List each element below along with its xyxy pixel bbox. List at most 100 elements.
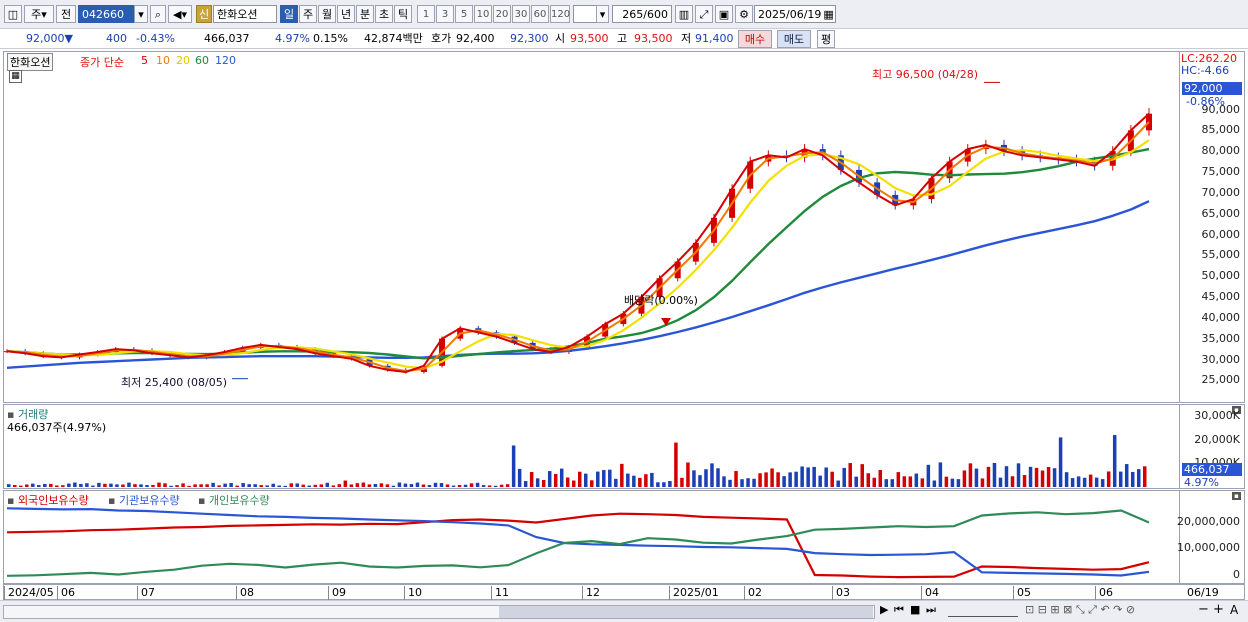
dividend-annotation: 배당락(0.00%) bbox=[624, 294, 698, 307]
volume-bar bbox=[343, 480, 348, 487]
tab-second[interactable]: 초 bbox=[375, 5, 393, 23]
font-size-icon[interactable]: A bbox=[1230, 603, 1238, 617]
interval-120[interactable]: 120 bbox=[550, 5, 570, 23]
volume-bar bbox=[998, 477, 1003, 487]
low-label: 저 bbox=[681, 32, 692, 45]
price-chart bbox=[4, 81, 1152, 380]
layout-icons[interactable]: ⊡ ⊟ ⊞ ⊠ ⤡ ⤢ ↶ ↷ ⊘ bbox=[1025, 603, 1135, 617]
price-axis: LC:262.20 HC:-4.66 92,000 -0.86% 25,000 3… bbox=[1180, 51, 1245, 403]
buy-button[interactable]: 매수 bbox=[738, 30, 772, 48]
interval-10[interactable]: 10 bbox=[474, 5, 492, 23]
stock-code-input[interactable]: 042660 bbox=[78, 5, 134, 23]
horizontal-scrollbar[interactable] bbox=[3, 605, 875, 619]
candle-icon[interactable]: ▥ bbox=[675, 5, 693, 23]
hc-label: HC:-4.66 bbox=[1181, 64, 1230, 77]
window-menu-icon[interactable]: ◫ bbox=[4, 5, 22, 23]
save-icon[interactable]: ▣ bbox=[715, 5, 733, 23]
volume-bar bbox=[445, 484, 450, 487]
collapse-icon[interactable]: ▪ bbox=[1232, 492, 1241, 500]
volume-bar bbox=[115, 484, 119, 487]
stock-name-field[interactable]: 한화오션 bbox=[213, 5, 277, 23]
price-tick-label: 40,000 bbox=[1201, 310, 1241, 324]
volume-bar bbox=[1136, 469, 1141, 487]
volume-bar bbox=[385, 484, 390, 487]
x-axis-label: 05 bbox=[1013, 586, 1031, 600]
next-page-icon[interactable]: ⏭ bbox=[926, 603, 936, 617]
count-field[interactable]: 265/600 bbox=[612, 5, 672, 23]
volume-bar bbox=[421, 484, 426, 487]
type-selector[interactable]: 주▾ bbox=[24, 5, 54, 23]
code-dropdown-icon[interactable]: ▾ bbox=[134, 5, 148, 23]
volume-bar bbox=[547, 471, 552, 487]
date-field[interactable]: 2025/06/19 ▦ bbox=[754, 5, 836, 23]
volume-bar bbox=[908, 476, 913, 487]
search-icon[interactable]: ⌕ bbox=[150, 5, 166, 23]
eval-button[interactable]: 평 bbox=[817, 30, 835, 48]
interval-30[interactable]: 30 bbox=[512, 5, 530, 23]
interval-20[interactable]: 20 bbox=[493, 5, 511, 23]
volume-bar bbox=[253, 484, 257, 487]
volume-bar bbox=[914, 473, 919, 487]
volume-bar bbox=[1028, 466, 1033, 487]
tab-year[interactable]: 년 bbox=[337, 5, 355, 23]
price-tick-label: 60,000 bbox=[1201, 227, 1241, 241]
volume-bar bbox=[523, 481, 528, 487]
scroll-right-icon[interactable]: ▶ bbox=[880, 603, 888, 616]
volume-bar bbox=[535, 478, 540, 487]
volume-bar bbox=[980, 478, 985, 487]
gear-icon[interactable]: ⚙ bbox=[735, 5, 753, 23]
volume-bar bbox=[842, 467, 846, 487]
interval-1[interactable]: 1 bbox=[417, 5, 435, 23]
tab-week[interactable]: 주 bbox=[299, 5, 317, 23]
volume-bar bbox=[289, 483, 293, 487]
tab-day[interactable]: 일 bbox=[280, 5, 298, 23]
chevron-down-icon: ▾ bbox=[41, 8, 47, 21]
chevron-down-icon[interactable]: ▾ bbox=[596, 5, 609, 23]
tab-minute[interactable]: 분 bbox=[356, 5, 374, 23]
volume-bar bbox=[463, 484, 468, 487]
volume-bar bbox=[13, 485, 17, 487]
volume-bar bbox=[812, 466, 816, 487]
volume-bar bbox=[1112, 435, 1117, 487]
mode-button[interactable]: 전 bbox=[56, 5, 76, 23]
low-price: 91,400 bbox=[695, 32, 734, 45]
volume-bar bbox=[746, 478, 750, 487]
volume-bar bbox=[764, 472, 768, 487]
price-tick-label: 35,000 bbox=[1201, 331, 1241, 345]
scrollbar-thumb[interactable] bbox=[499, 606, 873, 618]
zoom-out-icon[interactable]: − bbox=[1198, 602, 1209, 617]
volume-bar bbox=[692, 470, 696, 487]
volume-bar bbox=[878, 469, 883, 487]
volume-bar bbox=[686, 462, 690, 487]
volume-bar bbox=[1022, 475, 1027, 487]
interval-60[interactable]: 60 bbox=[531, 5, 549, 23]
volume-bar bbox=[397, 482, 402, 487]
volume-bar bbox=[704, 469, 708, 487]
high-annotation: 최고 96,500 (04/28) bbox=[872, 68, 979, 81]
interval-5[interactable]: 5 bbox=[455, 5, 473, 23]
current-price: 92,000▼ bbox=[26, 32, 73, 45]
zoom-slider[interactable] bbox=[948, 605, 1018, 617]
volume-bar bbox=[391, 485, 396, 487]
sell-button[interactable]: 매도 bbox=[777, 30, 811, 48]
volume-bar bbox=[91, 485, 95, 487]
price-tick-label: 65,000 bbox=[1201, 206, 1241, 220]
volume-bar bbox=[698, 475, 702, 487]
tab-tick[interactable]: 틱 bbox=[394, 5, 412, 23]
interval-3[interactable]: 3 bbox=[436, 5, 454, 23]
zoom-in-icon[interactable]: + bbox=[1213, 602, 1224, 617]
volume-bar bbox=[85, 483, 89, 487]
volume-bar bbox=[620, 463, 624, 487]
volume-bar bbox=[157, 482, 161, 487]
tab-month[interactable]: 월 bbox=[318, 5, 336, 23]
x-axis: 2024/05 06 07 08 09 10 11 12 2025/01 02 03 04 05 06 06… bbox=[3, 584, 1245, 600]
stop-icon[interactable]: ■ bbox=[910, 603, 920, 616]
volume-bar bbox=[571, 480, 576, 487]
volume-bar bbox=[439, 483, 444, 487]
prev-page-icon[interactable]: ⏮ bbox=[894, 603, 904, 617]
draw-tool-icon[interactable]: ⤢ bbox=[695, 5, 713, 23]
speaker-icon[interactable]: ◀▾ bbox=[168, 5, 192, 23]
volume-bar bbox=[974, 468, 979, 487]
volume-bar bbox=[674, 442, 678, 487]
volume-bar bbox=[151, 484, 155, 487]
